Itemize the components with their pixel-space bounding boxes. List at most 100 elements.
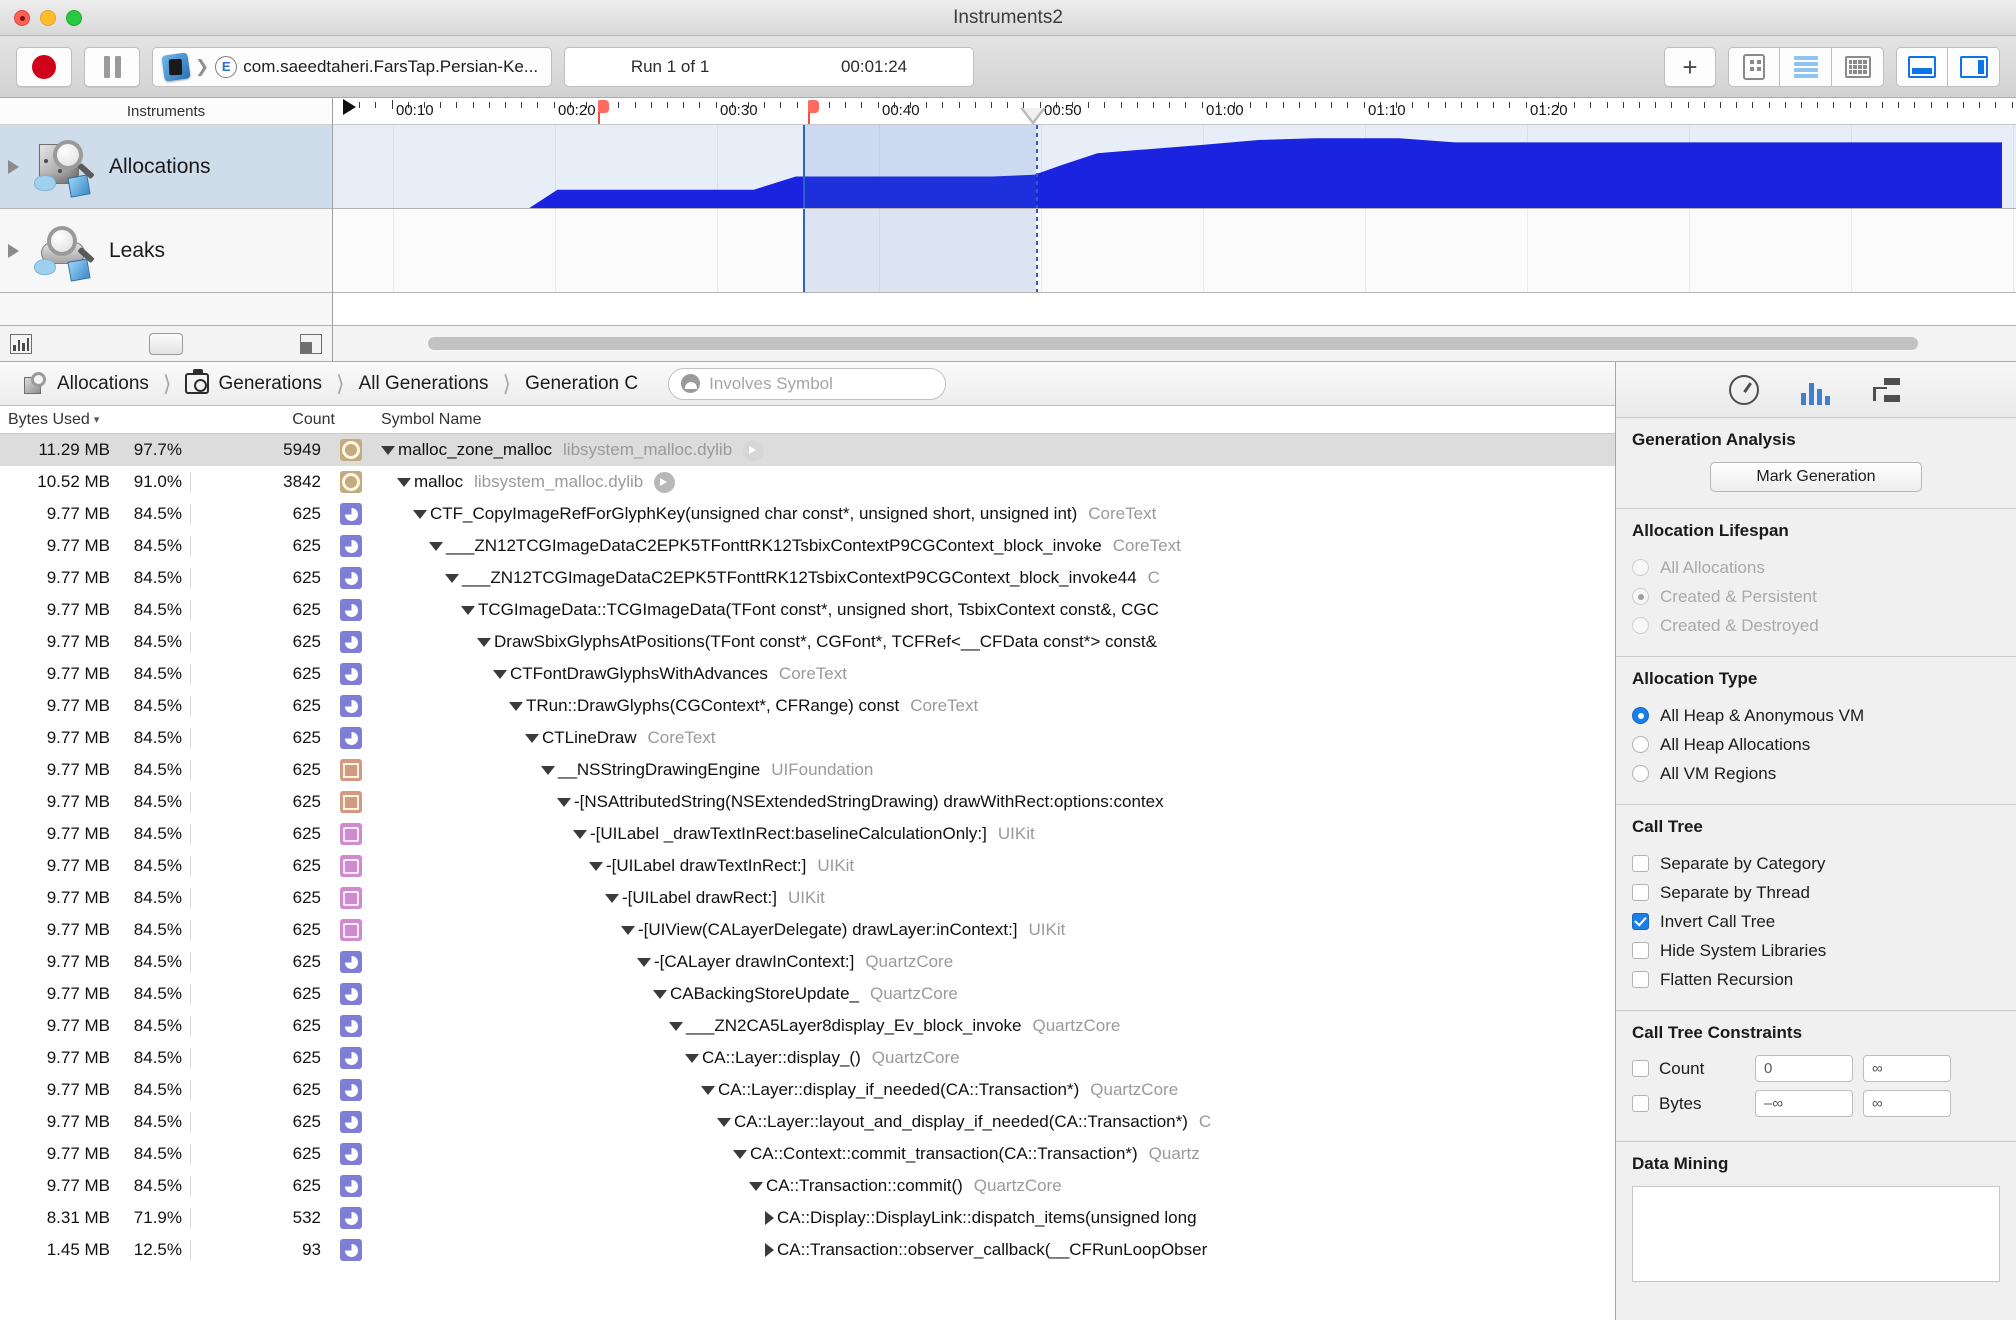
horizontal-scrollbar[interactable]	[428, 337, 1918, 350]
column-header-symbol-name[interactable]: Symbol Name	[367, 411, 481, 429]
disclosure-triangle-icon[interactable]	[765, 1211, 774, 1225]
checkbox-icon[interactable]	[1632, 942, 1649, 959]
disclosure-triangle-icon[interactable]	[493, 669, 507, 679]
table-row[interactable]: 9.77 MB 84.5% 625 -[UILabel drawRect:] UIKit	[0, 882, 1615, 914]
disclosure-triangle-icon[interactable]	[765, 1243, 774, 1257]
column-header-count[interactable]: Count	[190, 411, 335, 429]
list-view-button[interactable]	[1780, 46, 1832, 87]
option-created-destroyed[interactable]: Created & Destroyed	[1632, 611, 2000, 640]
disclosure-triangle-icon[interactable]	[429, 541, 443, 551]
table-row[interactable]: 9.77 MB 84.5% 625 ___ZN12TCGImageDataC2EPK5…	[0, 530, 1615, 562]
disclosure-triangle-icon[interactable]	[573, 829, 587, 839]
disclosure-triangle-icon[interactable]	[557, 797, 571, 807]
table-row[interactable]: 1.45 MB 12.5% 93 CA::Transaction::observer_…	[0, 1234, 1615, 1266]
breadcrumb-item-generation-c[interactable]: Generation C	[513, 373, 650, 395]
run-status-field[interactable]: Run 1 of 1 00:01:24	[564, 46, 974, 87]
horizontal-scroll-area[interactable]	[333, 326, 2016, 361]
statistics-icon[interactable]	[1801, 375, 1831, 405]
record-button[interactable]	[16, 46, 72, 87]
disclosure-triangle-icon[interactable]	[445, 573, 459, 583]
track-height-icon[interactable]	[10, 333, 32, 354]
disclosure-triangle-icon[interactable]	[589, 861, 603, 871]
add-instrument-button[interactable]: +	[1664, 46, 1716, 87]
disclosure-triangle-icon[interactable]	[653, 989, 667, 999]
table-row[interactable]: 8.31 MB 71.9% 532 CA::Display::DisplayLink:…	[0, 1202, 1615, 1234]
table-row[interactable]: 9.77 MB 84.5% 625 -[CALayer drawInContext:]…	[0, 946, 1615, 978]
table-row[interactable]: 9.77 MB 84.5% 625 -[UILabel drawTextInRect:…	[0, 850, 1615, 882]
column-header-bytes-used[interactable]: Bytes Used ▾	[0, 411, 190, 429]
disclosure-triangle-icon[interactable]	[605, 893, 619, 903]
option-all-heap-anonymous-vm[interactable]: All Heap & Anonymous VM	[1632, 701, 2000, 730]
disclosure-triangle-icon[interactable]	[701, 1085, 715, 1095]
disclosure-triangle-icon[interactable]	[541, 765, 555, 775]
option-all-vm-regions[interactable]: All VM Regions	[1632, 759, 2000, 788]
option-flatten-recursion[interactable]: Flatten Recursion	[1632, 965, 2000, 994]
table-row[interactable]: 9.77 MB 84.5% 625 TCGImageData::TCGImageDat…	[0, 594, 1615, 626]
checkbox-icon[interactable]	[1632, 971, 1649, 988]
option-hide-system-libraries[interactable]: Hide System Libraries	[1632, 936, 2000, 965]
breadcrumb-item-generations[interactable]: Generations	[173, 369, 334, 395]
disclosure-triangle-icon[interactable]	[461, 605, 475, 615]
option-created-persistent[interactable]: Created & Persistent	[1632, 582, 2000, 611]
selection-start-handle[interactable]	[803, 209, 805, 292]
grid-view-button[interactable]	[1832, 46, 1884, 87]
table-row[interactable]: 9.77 MB 84.5% 625 ___ZN12TCGImageDataC2EPK5…	[0, 562, 1615, 594]
radio-icon[interactable]	[1632, 736, 1649, 753]
cpu-view-button[interactable]	[1728, 46, 1780, 87]
toggle-bottom-panel-button[interactable]	[1896, 46, 1948, 87]
option-separate-by-category[interactable]: Separate by Category	[1632, 849, 2000, 878]
table-row[interactable]: 9.77 MB 84.5% 625 CTF_CopyImageRefForGlyphK…	[0, 498, 1615, 530]
selection-end-handle[interactable]	[1036, 209, 1038, 292]
call-tree-table[interactable]: 11.29 MB 97.7% 5949 malloc_zone_malloc libsy…	[0, 434, 1615, 1320]
table-row[interactable]: 9.77 MB 84.5% 625 CABackingStoreUpdate_ Quar…	[0, 978, 1615, 1010]
disclosure-triangle-icon[interactable]	[525, 733, 539, 743]
involves-symbol-search[interactable]: Involves Symbol	[668, 367, 947, 400]
count-max-field[interactable]: ∞	[1863, 1055, 1951, 1082]
generation-marker-icon[interactable]	[1020, 108, 1046, 124]
disclosure-triangle-icon[interactable]	[397, 477, 411, 487]
count-min-field[interactable]: 0	[1755, 1055, 1853, 1082]
generation-flag-icon[interactable]	[598, 100, 609, 124]
disclosure-triangle-icon[interactable]	[477, 637, 491, 647]
instrument-row-leaks[interactable]: Leaks	[0, 209, 332, 293]
table-row[interactable]: 9.77 MB 84.5% 625 -[UIView(CALayerDelegate)…	[0, 914, 1615, 946]
table-row[interactable]: 10.52 MB 91.0% 3842 malloc libsystem_malloc.…	[0, 466, 1615, 498]
playhead-icon[interactable]	[343, 99, 356, 115]
radio-icon[interactable]	[1632, 765, 1649, 782]
table-row[interactable]: 11.29 MB 97.7% 5949 malloc_zone_malloc libsy…	[0, 434, 1615, 466]
option-all-heap-allocations[interactable]: All Heap Allocations	[1632, 730, 2000, 759]
target-selector[interactable]: ❯ E com.saeedtaheri.FarsTap.Persian-Ke..…	[152, 46, 552, 87]
fit-to-window-icon[interactable]	[300, 333, 322, 354]
checkbox-icon[interactable]	[1632, 884, 1649, 901]
table-row[interactable]: 9.77 MB 84.5% 625 ___ZN2CA5Layer8display_Ev…	[0, 1010, 1615, 1042]
navigate-to-source-icon[interactable]	[743, 439, 765, 461]
mark-generation-button[interactable]: Mark Generation	[1710, 462, 1922, 492]
disclosure-triangle-icon[interactable]	[8, 159, 19, 174]
disclosure-triangle-icon[interactable]	[381, 445, 395, 455]
call-tree-icon[interactable]	[1873, 375, 1903, 405]
leaks-graph-lane[interactable]	[333, 209, 2016, 293]
disclosure-triangle-icon[interactable]	[637, 957, 651, 967]
generation-flag-icon[interactable]	[808, 100, 819, 124]
table-row[interactable]: 9.77 MB 84.5% 625 -[UILabel _drawTextInRect…	[0, 818, 1615, 850]
bytes-min-field[interactable]: –∞	[1755, 1090, 1853, 1117]
disclosure-triangle-icon[interactable]	[509, 701, 523, 711]
data-mining-list[interactable]	[1632, 1186, 2000, 1282]
selection-end-handle[interactable]	[1036, 125, 1038, 208]
table-row[interactable]: 9.77 MB 84.5% 625 CA::Layer::display_if_nee…	[0, 1074, 1615, 1106]
disclosure-triangle-icon[interactable]	[749, 1181, 763, 1191]
option-all-allocations[interactable]: All Allocations	[1632, 553, 2000, 582]
breadcrumb-item-allocations[interactable]: Allocations	[10, 371, 161, 397]
disclosure-triangle-icon[interactable]	[8, 243, 19, 258]
pause-button[interactable]	[84, 46, 140, 87]
option-invert-call-tree[interactable]: Invert Call Tree	[1632, 907, 2000, 936]
zoom-slider[interactable]	[149, 332, 183, 355]
disclosure-triangle-icon[interactable]	[717, 1117, 731, 1127]
disclosure-triangle-icon[interactable]	[621, 925, 635, 935]
table-row[interactable]: 9.77 MB 84.5% 625 CA::Layer::display_() Quar…	[0, 1042, 1615, 1074]
allocations-graph-lane[interactable]	[333, 125, 2016, 209]
table-row[interactable]: 9.77 MB 84.5% 625 CA::Layer::layout_and_dis…	[0, 1106, 1615, 1138]
disclosure-triangle-icon[interactable]	[413, 509, 427, 519]
table-row[interactable]: 9.77 MB 84.5% 625 DrawSbixGlyphsAtPositions…	[0, 626, 1615, 658]
table-row[interactable]: 9.77 MB 84.5% 625 CTFontDrawGlyphsWithAdvan…	[0, 658, 1615, 690]
